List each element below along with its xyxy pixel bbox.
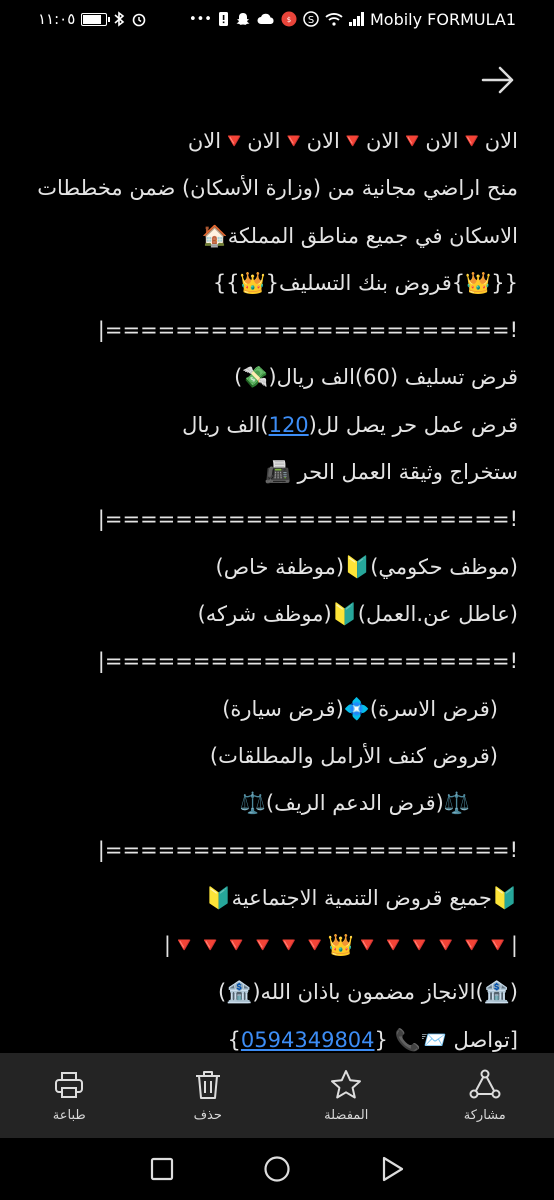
- phone-link[interactable]: 0594349804: [241, 1028, 375, 1052]
- message-line: (موظف حكومي)🔰(موظفة خاص): [215, 554, 518, 579]
- triangle-back-icon: [382, 1156, 404, 1182]
- message-line: {{👑}قروض بنك التسليف{👑}}: [212, 270, 518, 295]
- svg-text:$: $: [287, 16, 291, 24]
- alarm-icon: [131, 11, 147, 27]
- forward-arrow-icon[interactable]: [480, 62, 516, 98]
- carrier-name: Mobily FORMULA1: [369, 9, 516, 29]
- printer-icon: [55, 1072, 84, 1098]
- notification-dots-icon: •••: [188, 11, 212, 27]
- status-left: ١١:٠٥: [38, 10, 147, 28]
- status-right: ••• $ S Mobily FORMULA1: [189, 10, 516, 29]
- message-line: الاسكان في جميع مناطق المملكة🏠: [201, 223, 518, 248]
- svg-text:S: S: [308, 15, 314, 26]
- clock: ١١:٠٥: [38, 10, 76, 28]
- document-line: ستخراج وثيقة العمل الحر 📠: [264, 460, 518, 485]
- contact-prefix: [تواصل 📨📞 {: [374, 1027, 518, 1052]
- message-line: (🏦)الانجاز مضمون باذان الله(🏦): [217, 980, 518, 1005]
- status-bar: ١١:٠٥ ••• $ S Mobily FORMULA1: [0, 0, 554, 38]
- contact-suffix: }: [227, 1027, 241, 1052]
- delete-label: حذف: [193, 1108, 222, 1123]
- message-line: (قروض كنف الأرامل والمطلقات): [209, 743, 498, 768]
- stc-pay-icon: $: [281, 11, 297, 27]
- separator-line: !=======================|: [97, 318, 518, 343]
- square-icon: [150, 1157, 174, 1181]
- snapchat-icon: [235, 11, 251, 27]
- trash-icon: [195, 1071, 220, 1099]
- separator-line: !=======================|: [97, 649, 518, 674]
- separator-line: !=======================|: [97, 838, 518, 863]
- message-line: منح اراضي مجانية من (وزارة الأسكان) ضمن …: [37, 176, 518, 201]
- loan-amount-line: قرض عمل حر يصل لل(120)الف ريال: [28, 402, 518, 449]
- recents-button[interactable]: [147, 1154, 177, 1184]
- circle-icon: [264, 1156, 290, 1182]
- system-nav-bar: [0, 1138, 554, 1200]
- bluetooth-icon: [113, 11, 125, 27]
- share-label: مشاركة: [463, 1108, 506, 1123]
- message-line: |🔻🔻🔻🔻🔻🔻👑🔻🔻🔻🔻🔻🔻|: [163, 933, 518, 958]
- message-line: الان🔻الان🔻الان🔻الان🔻الان🔻الان: [187, 129, 518, 153]
- print-button[interactable]: طباعة: [19, 1068, 119, 1123]
- battery-icon: [81, 12, 111, 26]
- delete-button[interactable]: حذف: [158, 1068, 258, 1123]
- cloud-icon: [257, 13, 275, 25]
- loan-suffix: )الف ريال: [182, 412, 269, 437]
- separator-line: !=======================|: [97, 507, 518, 532]
- message-line: ⚖️(قرض الدعم الريف)⚖️: [239, 791, 470, 816]
- home-button[interactable]: [262, 1154, 292, 1184]
- dollar-icon: S: [303, 11, 319, 27]
- message-body: الان🔻الان🔻الان🔻الان🔻الان🔻الان منح اراضي …: [28, 118, 518, 1064]
- print-label: طباعة: [52, 1108, 86, 1123]
- message-line: 🔰جميع قروض التنمية الاجتماعية🔰: [205, 885, 518, 910]
- share-icon: [469, 1069, 501, 1099]
- loan-prefix: قرض عمل حر يصل لل(: [308, 412, 518, 437]
- message-line: (عاطل عن.العمل)🔰(موظف شركه): [197, 601, 518, 626]
- battery-fill: [83, 14, 102, 24]
- message-line: قرض تسليف (60)الف ريال(💸): [234, 365, 518, 390]
- share-button[interactable]: مشاركة: [435, 1068, 535, 1123]
- back-button[interactable]: [377, 1154, 407, 1184]
- favorite-label: المفضلة: [324, 1108, 369, 1123]
- favorite-button[interactable]: المفضلة: [296, 1068, 396, 1123]
- message-line: (قرض الاسرة)💠(قرض سيارة): [222, 696, 498, 721]
- star-icon: [331, 1070, 362, 1099]
- action-bar: طباعة حذف المفضلة مشاركة: [0, 1053, 554, 1138]
- wifi-icon: [325, 12, 343, 26]
- sim-alert-icon: [218, 11, 229, 27]
- signal-icon: [348, 12, 364, 26]
- loan-amount-link[interactable]: 120: [269, 413, 309, 437]
